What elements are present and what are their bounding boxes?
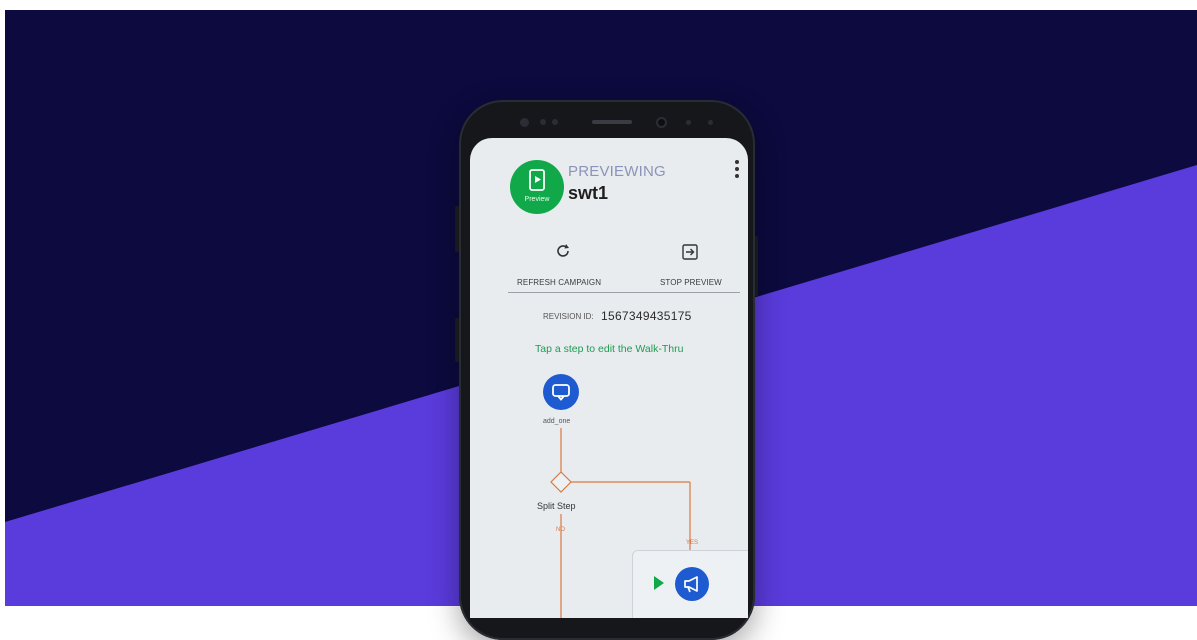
phone-sensor [708,120,713,125]
stop-preview-button[interactable]: STOP PREVIEW [660,278,722,287]
branch-no-label: NO [556,527,565,533]
preview-avatar: Preview [510,160,564,214]
avatar-label: Preview [524,196,550,203]
refresh-campaign-button[interactable]: REFRESH CAMPAIGN [517,278,601,287]
divider [508,292,740,293]
phone-speaker [592,120,632,124]
phone-sensor [552,119,558,125]
phone-sensor [540,119,546,125]
step-add-one-button[interactable] [543,374,579,410]
phone-screen: Preview PREVIEWING swt1 REFRESH CAMPAIGN… [470,138,748,618]
edit-hint: Tap a step to edit the Walk-Thru [535,343,684,355]
more-vert-icon[interactable] [734,160,740,182]
megaphone-icon [684,576,698,593]
floating-controls [632,550,748,618]
play-icon[interactable] [653,575,665,591]
phone-preview-icon [529,169,545,191]
preview-status: PREVIEWING [568,163,666,180]
split-step-label[interactable]: Split Step [537,501,576,511]
branch-yes-label: YES [686,540,699,546]
step-label: add_one [543,418,571,425]
split-diamond [550,471,572,493]
phone-camera [658,119,665,126]
exit-icon[interactable] [682,244,698,260]
refresh-icon[interactable] [554,242,572,260]
revision-id-label: REVISION ID: [543,312,594,321]
phone-sensor [520,118,529,127]
campaign-name: swt1 [568,183,609,203]
phone-sensor [686,120,691,125]
chat-bubble-icon [552,384,570,401]
megaphone-button[interactable] [675,567,709,601]
revision-id-value: 1567349435175 [601,309,692,323]
